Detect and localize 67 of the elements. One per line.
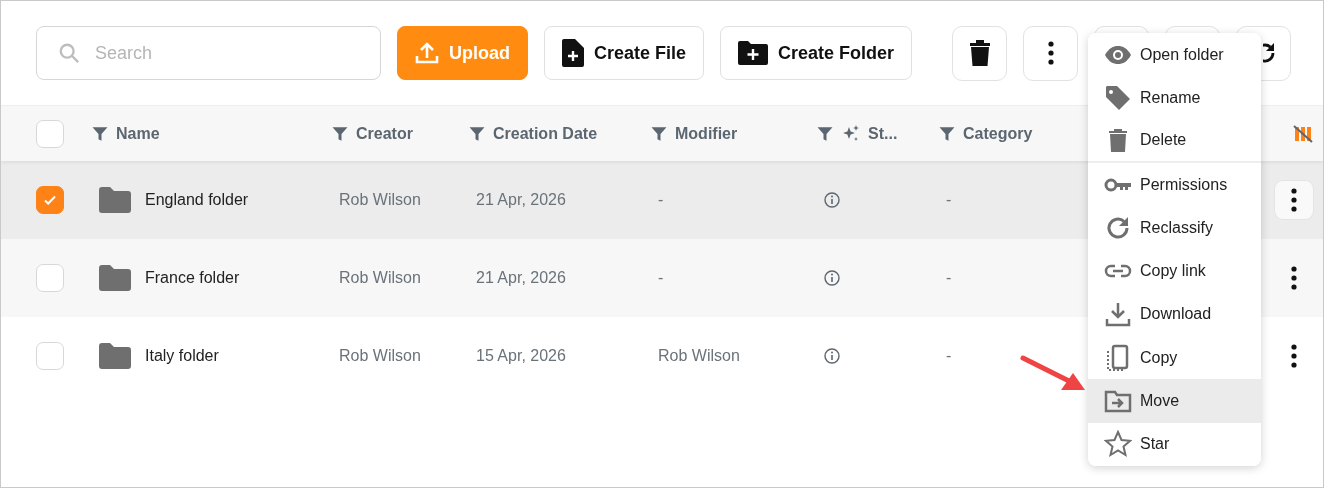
table-cell: - <box>946 347 952 365</box>
row-checkbox[interactable] <box>36 186 64 214</box>
more-icon <box>1291 188 1297 212</box>
select-all-checkbox[interactable] <box>36 119 64 148</box>
folder-icon <box>99 265 131 291</box>
column-header[interactable]: Creator <box>356 124 413 143</box>
delete-button[interactable] <box>952 25 1008 81</box>
create-folder-button[interactable]: Create Folder <box>720 26 913 80</box>
menu-item[interactable]: Copy <box>1088 336 1261 380</box>
search-field[interactable]: Search <box>36 26 381 80</box>
menu-item[interactable]: Open folder <box>1088 33 1261 77</box>
menu-item[interactable]: Star <box>1088 422 1261 466</box>
download-icon <box>1104 300 1132 329</box>
upload-icon <box>415 41 439 65</box>
table-cell: - <box>658 269 664 287</box>
star-icon <box>1104 430 1132 459</box>
menu-item[interactable]: Permissions <box>1088 162 1261 207</box>
more-icon <box>1291 344 1297 368</box>
create-file-button[interactable]: Create File <box>544 26 705 80</box>
column-header[interactable]: Category <box>963 124 1033 143</box>
folder-name[interactable]: Italy folder <box>145 347 219 365</box>
folder-icon <box>99 187 131 213</box>
column-header[interactable]: St... <box>868 124 898 143</box>
info-icon[interactable] <box>824 270 840 286</box>
folder-name[interactable]: France folder <box>145 269 240 287</box>
trash-icon <box>968 40 991 66</box>
table-cell: 15 Apr, 2026 <box>476 347 566 365</box>
table-cell: 21 Apr, 2026 <box>476 191 566 209</box>
folder-plus-icon <box>738 41 769 65</box>
filter-icon[interactable] <box>938 124 956 143</box>
table-cell: - <box>946 269 952 287</box>
refresh-icon <box>1262 41 1276 65</box>
column-header[interactable]: Creation Date <box>493 124 598 143</box>
column-settings-icon[interactable] <box>1293 123 1313 144</box>
more-icon <box>1291 266 1297 290</box>
more-button[interactable] <box>1023 25 1079 81</box>
table-cell: Rob Wilson <box>339 191 421 209</box>
info-icon[interactable] <box>824 348 840 364</box>
menu-item[interactable]: Reclassify <box>1088 206 1261 250</box>
filter-icon[interactable] <box>816 124 834 143</box>
row-checkbox[interactable] <box>36 342 64 370</box>
table-cell: Rob Wilson <box>339 269 421 287</box>
menu-item[interactable]: Rename <box>1088 76 1261 120</box>
row-actions-button[interactable] <box>1275 181 1313 219</box>
table-cell: - <box>946 191 952 209</box>
table-cell: - <box>658 191 664 209</box>
more-icon <box>1047 41 1054 65</box>
table-cell: 21 Apr, 2026 <box>476 269 566 287</box>
filter-icon[interactable] <box>650 124 668 143</box>
row-checkbox[interactable] <box>36 264 64 292</box>
folder-name[interactable]: England folder <box>145 191 249 209</box>
menu-item[interactable]: Move <box>1088 379 1261 423</box>
folder-icon <box>99 343 131 369</box>
filter-icon[interactable] <box>91 124 109 143</box>
info-icon[interactable] <box>824 192 840 208</box>
filter-icon[interactable] <box>331 124 349 143</box>
arrow-drawing <box>1019 353 1087 393</box>
column-header[interactable]: Name <box>116 124 160 143</box>
tag-icon <box>1104 83 1132 112</box>
filter-icon[interactable] <box>468 124 486 143</box>
menu-item[interactable]: Copy link <box>1088 249 1261 293</box>
file-plus-icon <box>562 39 584 67</box>
menu-item[interactable]: Delete <box>1088 119 1261 163</box>
table-cell: Rob Wilson <box>339 347 421 365</box>
menu-item[interactable]: Download <box>1088 292 1261 337</box>
column-header[interactable]: Modifier <box>675 124 738 143</box>
table-cell: Rob Wilson <box>658 347 740 365</box>
